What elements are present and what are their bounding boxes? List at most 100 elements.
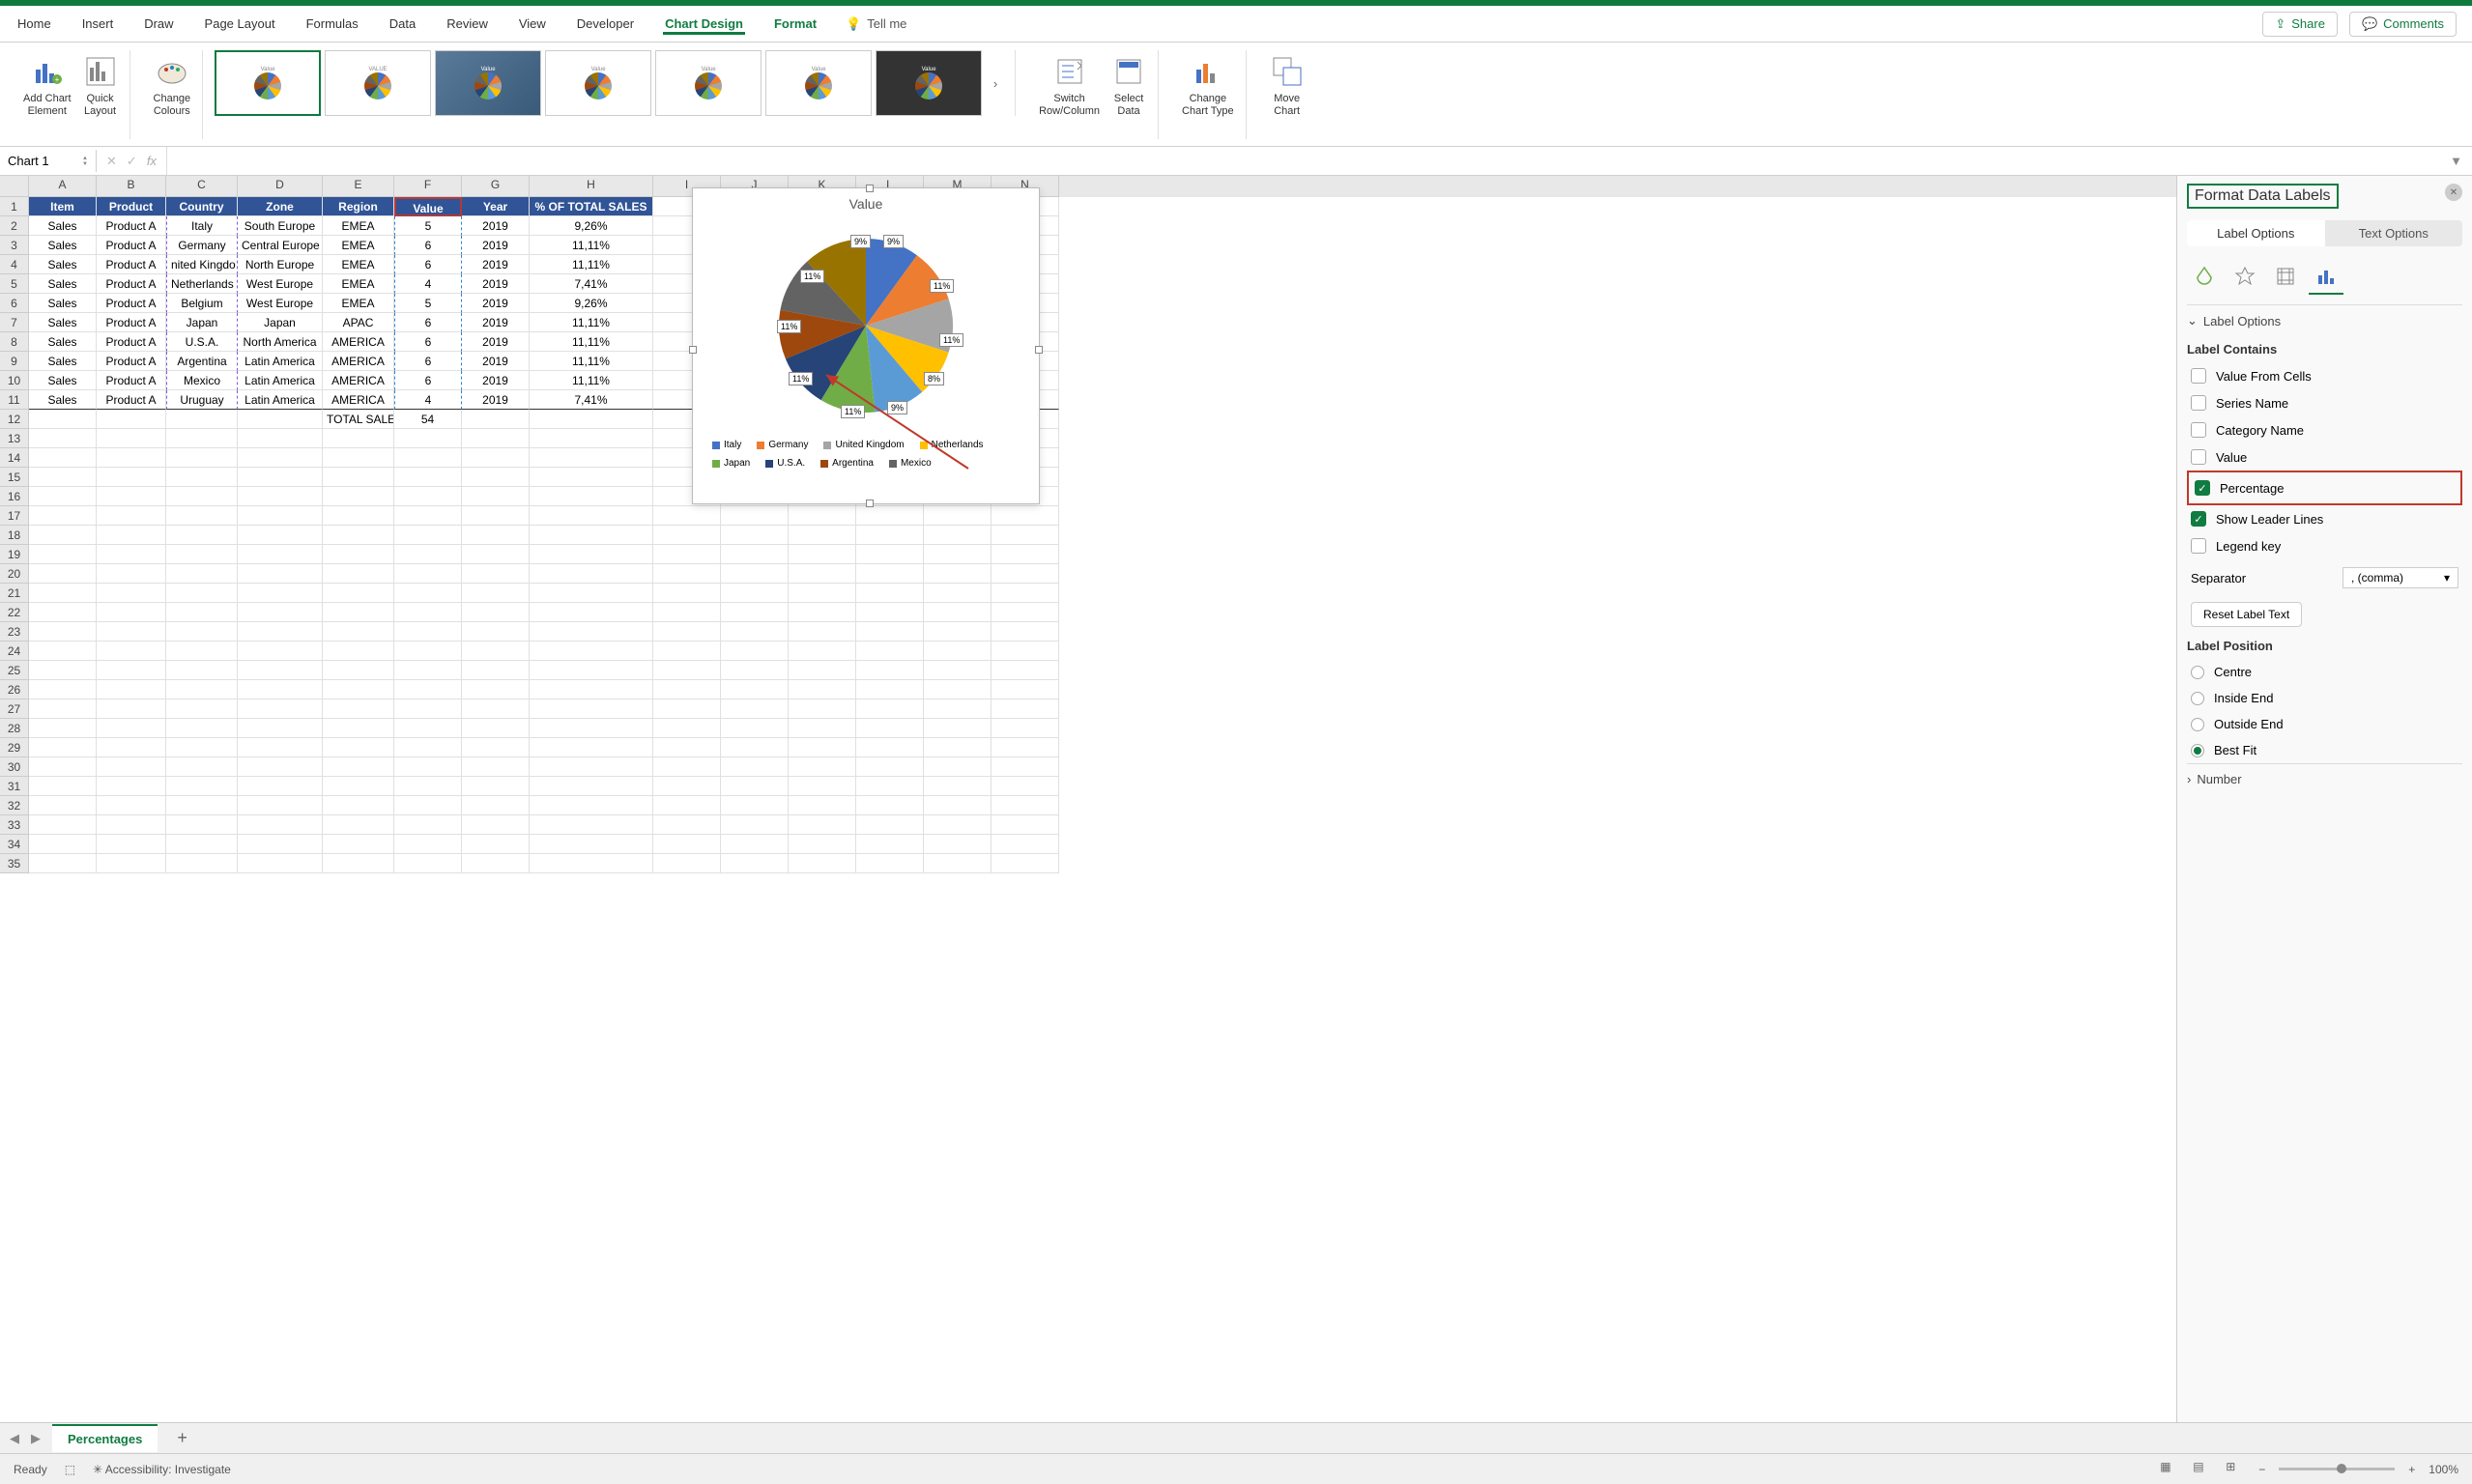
cell[interactable]: 6 [394, 352, 462, 371]
cell[interactable] [29, 815, 97, 835]
cell[interactable] [462, 603, 530, 622]
cell[interactable] [323, 719, 394, 738]
move-chart-button[interactable]: Move Chart [1266, 50, 1308, 122]
cell[interactable] [856, 796, 924, 815]
legend-item[interactable]: Mexico [889, 458, 932, 469]
cell[interactable] [238, 410, 323, 429]
cell[interactable]: Mexico [166, 371, 238, 390]
cell[interactable] [29, 506, 97, 526]
cell[interactable] [323, 545, 394, 564]
cell[interactable] [721, 526, 789, 545]
cell[interactable] [394, 757, 462, 777]
cell[interactable]: Sales [29, 352, 97, 371]
row-header[interactable]: 9 [0, 352, 29, 371]
cell[interactable]: Product A [97, 294, 166, 313]
cell[interactable] [789, 854, 856, 873]
chart-style-next-button[interactable]: › [986, 50, 1005, 116]
cell[interactable] [462, 757, 530, 777]
cell[interactable] [721, 642, 789, 661]
cell[interactable] [323, 777, 394, 796]
cell[interactable] [530, 757, 653, 777]
cell[interactable]: AMERICA [323, 390, 394, 410]
macro-record-icon[interactable]: ⬚ [65, 1463, 75, 1476]
cell[interactable] [238, 526, 323, 545]
cell[interactable] [394, 584, 462, 603]
cell[interactable] [789, 680, 856, 699]
cell[interactable] [238, 584, 323, 603]
cell[interactable] [97, 680, 166, 699]
cell[interactable]: 9,26% [530, 216, 653, 236]
cell[interactable] [29, 564, 97, 584]
cell[interactable] [653, 661, 721, 680]
cell[interactable] [530, 738, 653, 757]
cell[interactable] [394, 777, 462, 796]
cell[interactable] [394, 526, 462, 545]
pie-label[interactable]: 11% [939, 333, 963, 347]
cell[interactable] [530, 777, 653, 796]
pie-label[interactable]: 11% [930, 279, 954, 293]
cell[interactable]: Central Europe [238, 236, 323, 255]
cell[interactable]: Sales [29, 313, 97, 332]
cell[interactable] [323, 487, 394, 506]
tab-view[interactable]: View [517, 13, 548, 35]
cell[interactable] [653, 757, 721, 777]
legend-item[interactable]: Germany [757, 440, 808, 450]
pie-label[interactable]: 9% [883, 235, 904, 248]
cell[interactable] [924, 757, 992, 777]
chart-style-1[interactable]: Value [215, 50, 321, 116]
cell[interactable] [238, 506, 323, 526]
pie-label[interactable]: 11% [841, 405, 865, 418]
cell[interactable] [238, 835, 323, 854]
cell[interactable] [97, 757, 166, 777]
cell[interactable] [323, 680, 394, 699]
cell[interactable]: 6 [394, 332, 462, 352]
cell[interactable] [97, 603, 166, 622]
cell[interactable] [394, 622, 462, 642]
row-header[interactable]: 10 [0, 371, 29, 390]
cell[interactable] [323, 622, 394, 642]
cell[interactable] [238, 622, 323, 642]
row-header[interactable]: 17 [0, 506, 29, 526]
value-from-cells-option[interactable]: Value From Cells [2187, 362, 2462, 389]
cell[interactable] [653, 603, 721, 622]
cell[interactable] [789, 777, 856, 796]
cell[interactable] [924, 642, 992, 661]
cell[interactable] [394, 448, 462, 468]
cell[interactable]: Latin America [238, 390, 323, 410]
cell[interactable] [856, 526, 924, 545]
cell[interactable] [238, 815, 323, 835]
cell[interactable]: APAC [323, 313, 394, 332]
cell[interactable] [238, 719, 323, 738]
cell[interactable] [462, 777, 530, 796]
row-header[interactable]: 25 [0, 661, 29, 680]
series-name-option[interactable]: Series Name [2187, 389, 2462, 416]
cell[interactable] [530, 545, 653, 564]
cell[interactable]: Sales [29, 371, 97, 390]
cell[interactable] [789, 642, 856, 661]
cell[interactable]: 11,11% [530, 352, 653, 371]
cell[interactable] [166, 448, 238, 468]
cell[interactable]: 2019 [462, 255, 530, 274]
row-header[interactable]: 19 [0, 545, 29, 564]
cell[interactable] [394, 719, 462, 738]
cell[interactable] [238, 564, 323, 584]
cell[interactable] [97, 738, 166, 757]
cell[interactable] [238, 448, 323, 468]
cell[interactable] [789, 796, 856, 815]
cell[interactable] [166, 835, 238, 854]
cell[interactable] [166, 777, 238, 796]
cell[interactable] [323, 854, 394, 873]
cell[interactable] [530, 854, 653, 873]
cell[interactable]: South Europe [238, 216, 323, 236]
cell[interactable] [856, 815, 924, 835]
tab-format[interactable]: Format [772, 13, 819, 35]
chart-style-2[interactable]: VALUE [325, 50, 431, 116]
cell[interactable] [856, 699, 924, 719]
legend-key-option[interactable]: Legend key [2187, 532, 2462, 559]
cell[interactable]: 6 [394, 255, 462, 274]
cell[interactable] [924, 699, 992, 719]
cell[interactable] [530, 487, 653, 506]
cell[interactable] [924, 835, 992, 854]
cell[interactable] [394, 699, 462, 719]
cell[interactable] [992, 564, 1059, 584]
